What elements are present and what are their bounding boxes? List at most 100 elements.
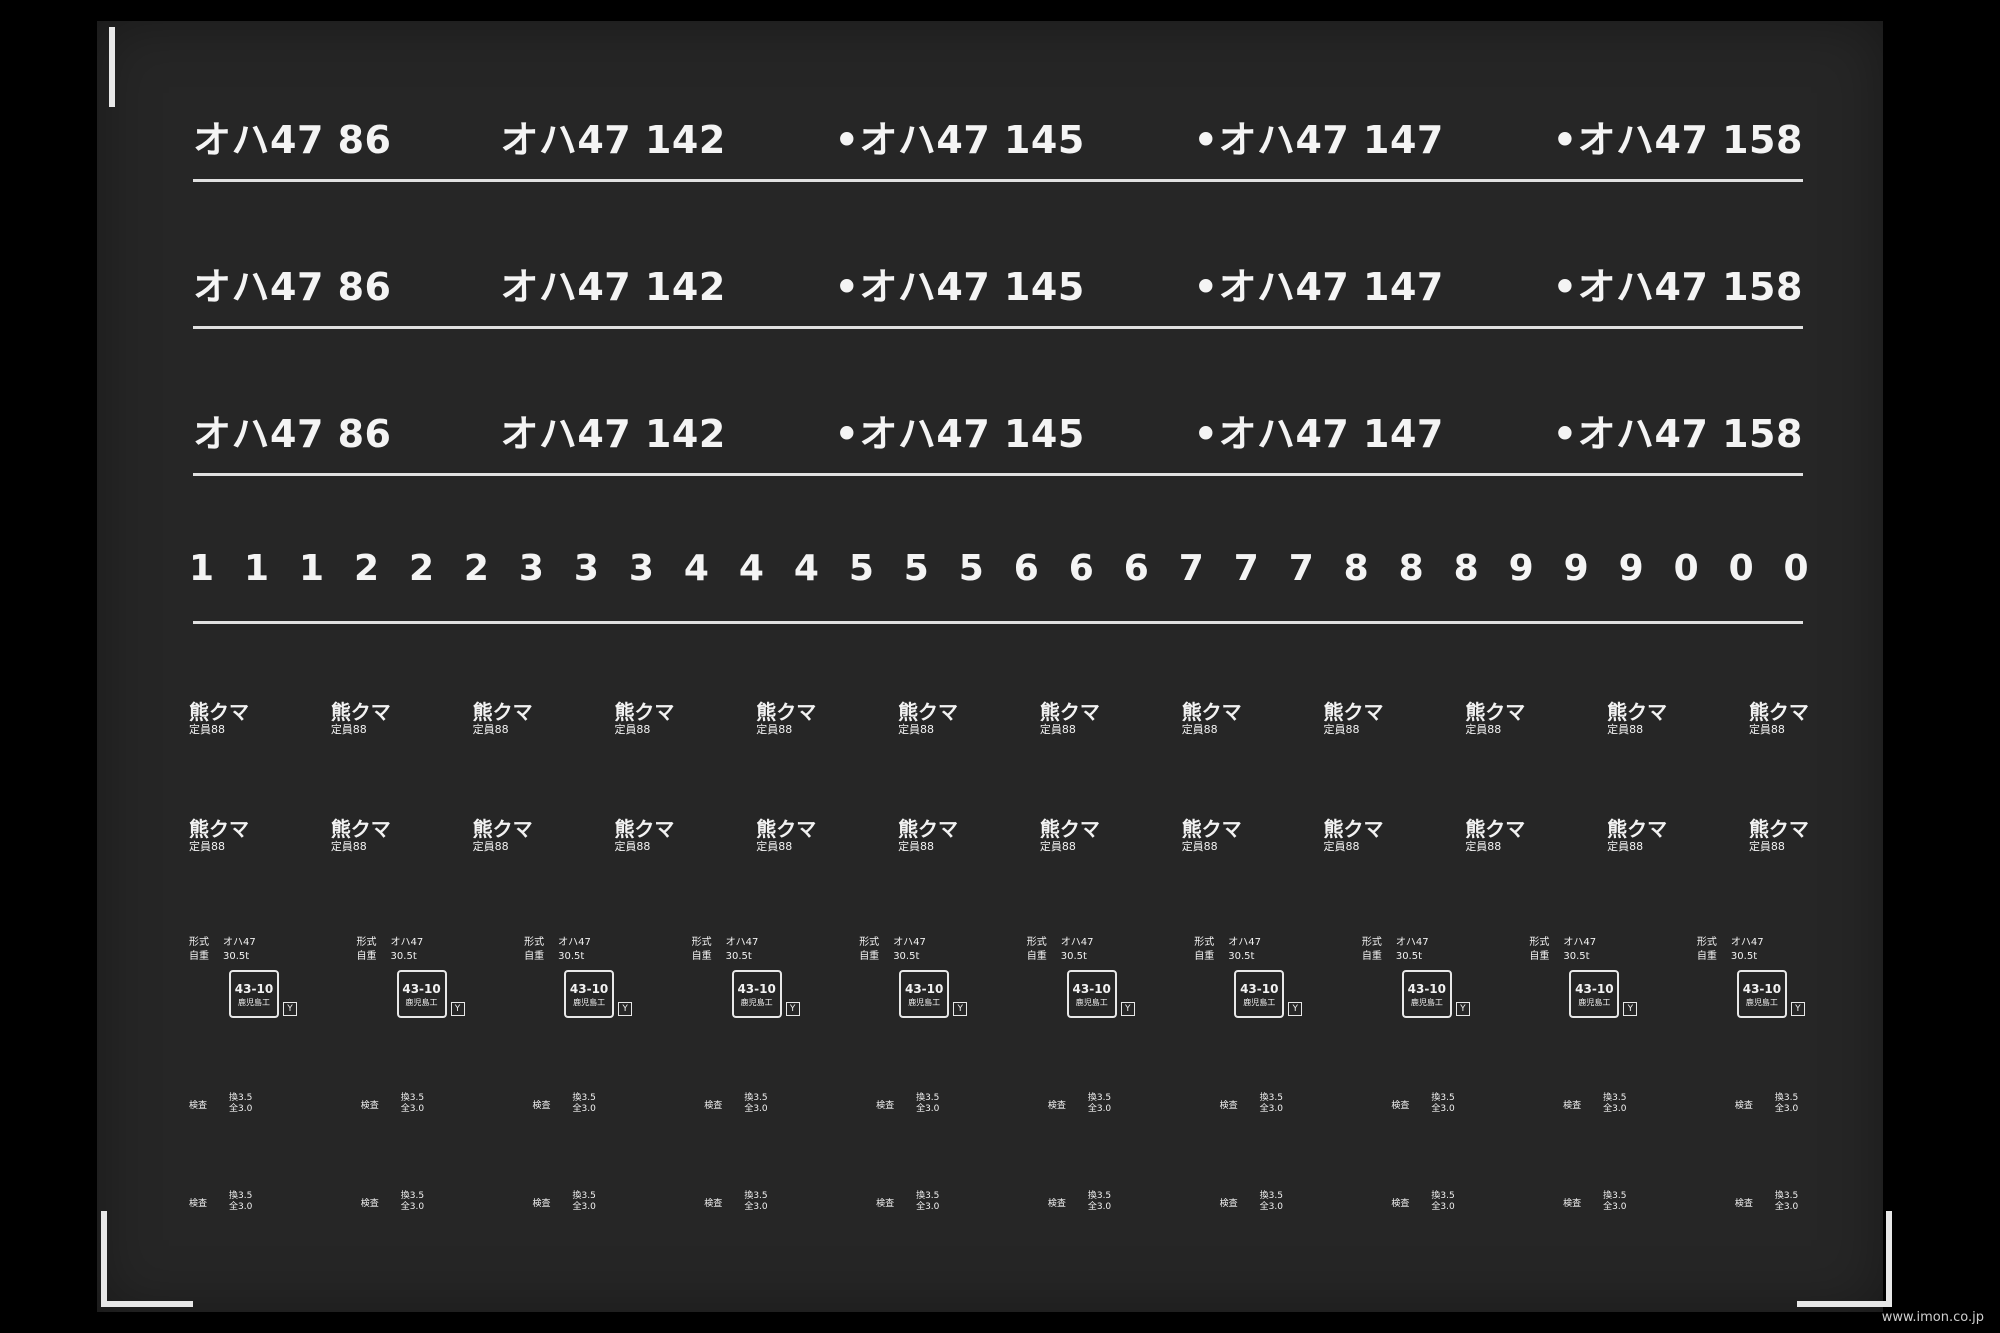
number-plate: •オハ47 145 xyxy=(834,118,1085,162)
weight-value: 30.5t xyxy=(223,951,250,962)
digit-glyph: 0 xyxy=(1673,548,1699,589)
inspection-key: 検査 xyxy=(704,1100,723,1111)
depot-name: 熊クマ xyxy=(472,817,533,841)
inspection-value-1: 換3.5 xyxy=(572,1191,596,1201)
type-line: 形式 オハ47 xyxy=(1194,936,1314,950)
inspection-key: 検査 xyxy=(360,1100,379,1111)
number-plate: オハ47 86 xyxy=(193,265,392,309)
type-value: オハ47 xyxy=(725,937,759,948)
type-value: オハ47 xyxy=(1395,937,1429,948)
inspection-values: 換3.5 全3.0 xyxy=(1775,1093,1798,1115)
type-line: 形式 オハ47 xyxy=(1027,936,1147,950)
inspection-key: 検査 xyxy=(1047,1198,1066,1209)
capacity-text: 定員88 xyxy=(898,723,935,736)
inspection-label: 検査 換3.5 全3.0 xyxy=(1048,1191,1138,1213)
digit-glyph: 5 xyxy=(903,548,929,589)
inspection-value-1: 換3.5 xyxy=(1774,1093,1799,1103)
depot-name: 熊クマ xyxy=(898,700,959,724)
inspection-label: 検査 換3.5 全3.0 xyxy=(1048,1093,1138,1115)
depot-name: 熊クマ xyxy=(1039,817,1100,841)
depot-label: 熊クマ 定員88 xyxy=(898,701,958,737)
works-name: 鹿児島工 xyxy=(573,997,606,1007)
capacity-text: 定員88 xyxy=(898,840,935,853)
inspection-values: 換3.5 全3.0 xyxy=(1603,1191,1626,1213)
inspection-values: 換3.5 全3.0 xyxy=(229,1191,252,1213)
weight-value: 30.5t xyxy=(1730,951,1758,962)
depot-name: 熊クマ xyxy=(614,817,675,841)
digit-glyph: 8 xyxy=(1343,548,1369,589)
capacity-text: 定員88 xyxy=(1748,840,1785,853)
inspection-key: 検査 xyxy=(704,1198,723,1209)
depot-name: 熊クマ xyxy=(1181,700,1242,724)
depot-name: 熊クマ xyxy=(1181,817,1242,841)
inspection-values: 換3.5 全3.0 xyxy=(401,1191,424,1213)
weight-key: 自重 xyxy=(524,951,545,962)
digit-glyph: 8 xyxy=(1398,548,1424,589)
inspection-value-1: 換3.5 xyxy=(1259,1191,1283,1201)
inspection-value-2: 全3.0 xyxy=(400,1104,425,1114)
depot-label: 熊クマ 定員88 xyxy=(1182,701,1242,737)
inspection-label: 検査 換3.5 全3.0 xyxy=(361,1191,451,1213)
depot-name: 熊クマ xyxy=(1748,700,1809,724)
inspection-date: 43-10 xyxy=(1575,981,1614,996)
inspection-value-2: 全3.0 xyxy=(1431,1202,1455,1212)
inspection-value-2: 全3.0 xyxy=(1603,1104,1627,1114)
depot-label: 熊クマ 定員88 xyxy=(898,818,958,854)
capacity-text: 定員88 xyxy=(1039,723,1076,736)
capacity-text: 定員88 xyxy=(189,840,225,853)
weight-key: 自重 xyxy=(859,951,880,962)
inspection-key: 検査 xyxy=(876,1100,895,1111)
capacity-text: 定員88 xyxy=(189,723,225,736)
depot-label: 熊クマ 定員88 xyxy=(614,818,674,854)
digit-glyph: 4 xyxy=(738,548,764,589)
inspection-value-1: 換3.5 xyxy=(916,1093,940,1103)
inspection-value-2: 全3.0 xyxy=(400,1202,425,1212)
inspection-date: 43-10 xyxy=(1407,981,1447,996)
weight-key: 自重 xyxy=(356,951,377,962)
capacity-text: 定員88 xyxy=(472,723,509,736)
corner-mark-top-left xyxy=(109,27,115,107)
inspection-value-2: 全3.0 xyxy=(916,1202,940,1212)
inspection-box: 43-10 鹿児島工 xyxy=(1066,970,1117,1018)
spec-label: 形式 オハ47 自重 30.5t 43-10 鹿児島工 Y xyxy=(1697,936,1817,1036)
plate-row-1: オハ47 86 オハ47 142 •オハ47 145 •オハ47 147 •オハ… xyxy=(193,109,1803,164)
inspection-label: 検査 換3.5 全3.0 xyxy=(704,1191,794,1213)
inspection-label: 検査 換3.5 全3.0 xyxy=(1735,1093,1825,1115)
insp-row-2: 検査 換3.5 全3.0 検査 換3.5 全3.0 検査 換3.5 全3.0 検査 換3.5 全3.0… xyxy=(189,1191,1825,1213)
y-tag: Y xyxy=(785,1002,800,1016)
type-value: オハ47 xyxy=(893,937,926,948)
capacity-text: 定員88 xyxy=(1323,840,1360,853)
inspection-label: 検査 換3.5 全3.0 xyxy=(361,1093,451,1115)
depot-name: 熊クマ xyxy=(189,700,249,724)
number-plate: オハ47 86 xyxy=(193,118,392,162)
inspection-label: 検査 換3.5 全3.0 xyxy=(533,1191,623,1213)
depot-label: 熊クマ 定員88 xyxy=(1465,701,1525,737)
inspection-values: 換3.5 全3.0 xyxy=(1431,1093,1454,1115)
depot-name: 熊クマ xyxy=(472,700,533,724)
number-plate: オハ47 86 xyxy=(193,412,392,456)
type-value: オハ47 xyxy=(1730,937,1764,948)
depot-name: 熊クマ xyxy=(330,817,391,841)
depot-name: 熊クマ xyxy=(1323,700,1384,724)
inspection-date: 43-10 xyxy=(402,981,441,996)
inspection-value-2: 全3.0 xyxy=(1087,1202,1112,1212)
inspection-box: 43-10 鹿児島工 xyxy=(396,970,447,1018)
inspection-label: 検査 換3.5 全3.0 xyxy=(1391,1191,1481,1213)
y-tag: Y xyxy=(1623,1002,1638,1016)
inspection-value-1: 換3.5 xyxy=(916,1191,940,1201)
inspection-value-2: 全3.0 xyxy=(1087,1104,1112,1114)
inspection-value-1: 換3.5 xyxy=(1087,1093,1112,1103)
capacity-text: 定員88 xyxy=(756,840,793,853)
spec-label: 形式 オハ47 自重 30.5t 43-10 鹿児島工 Y xyxy=(1529,936,1649,1036)
spec-label: 形式 オハ47 自重 30.5t 43-10 鹿児島工 Y xyxy=(692,936,812,1036)
inspection-value-1: 換3.5 xyxy=(1087,1191,1112,1201)
y-tag: Y xyxy=(283,1002,297,1016)
inspection-label: 検査 換3.5 全3.0 xyxy=(876,1191,966,1213)
type-key: 形式 xyxy=(189,937,209,948)
inspection-label: 検査 換3.5 全3.0 xyxy=(1220,1093,1310,1115)
spec-label: 形式 オハ47 自重 30.5t 43-10 鹿児島工 Y xyxy=(357,936,477,1036)
weight-value: 30.5t xyxy=(1228,951,1255,962)
inspection-box: 43-10 鹿児島工 xyxy=(1234,970,1285,1018)
inspection-values: 換3.5 全3.0 xyxy=(1775,1191,1798,1213)
works-name: 鹿児島工 xyxy=(238,997,270,1007)
